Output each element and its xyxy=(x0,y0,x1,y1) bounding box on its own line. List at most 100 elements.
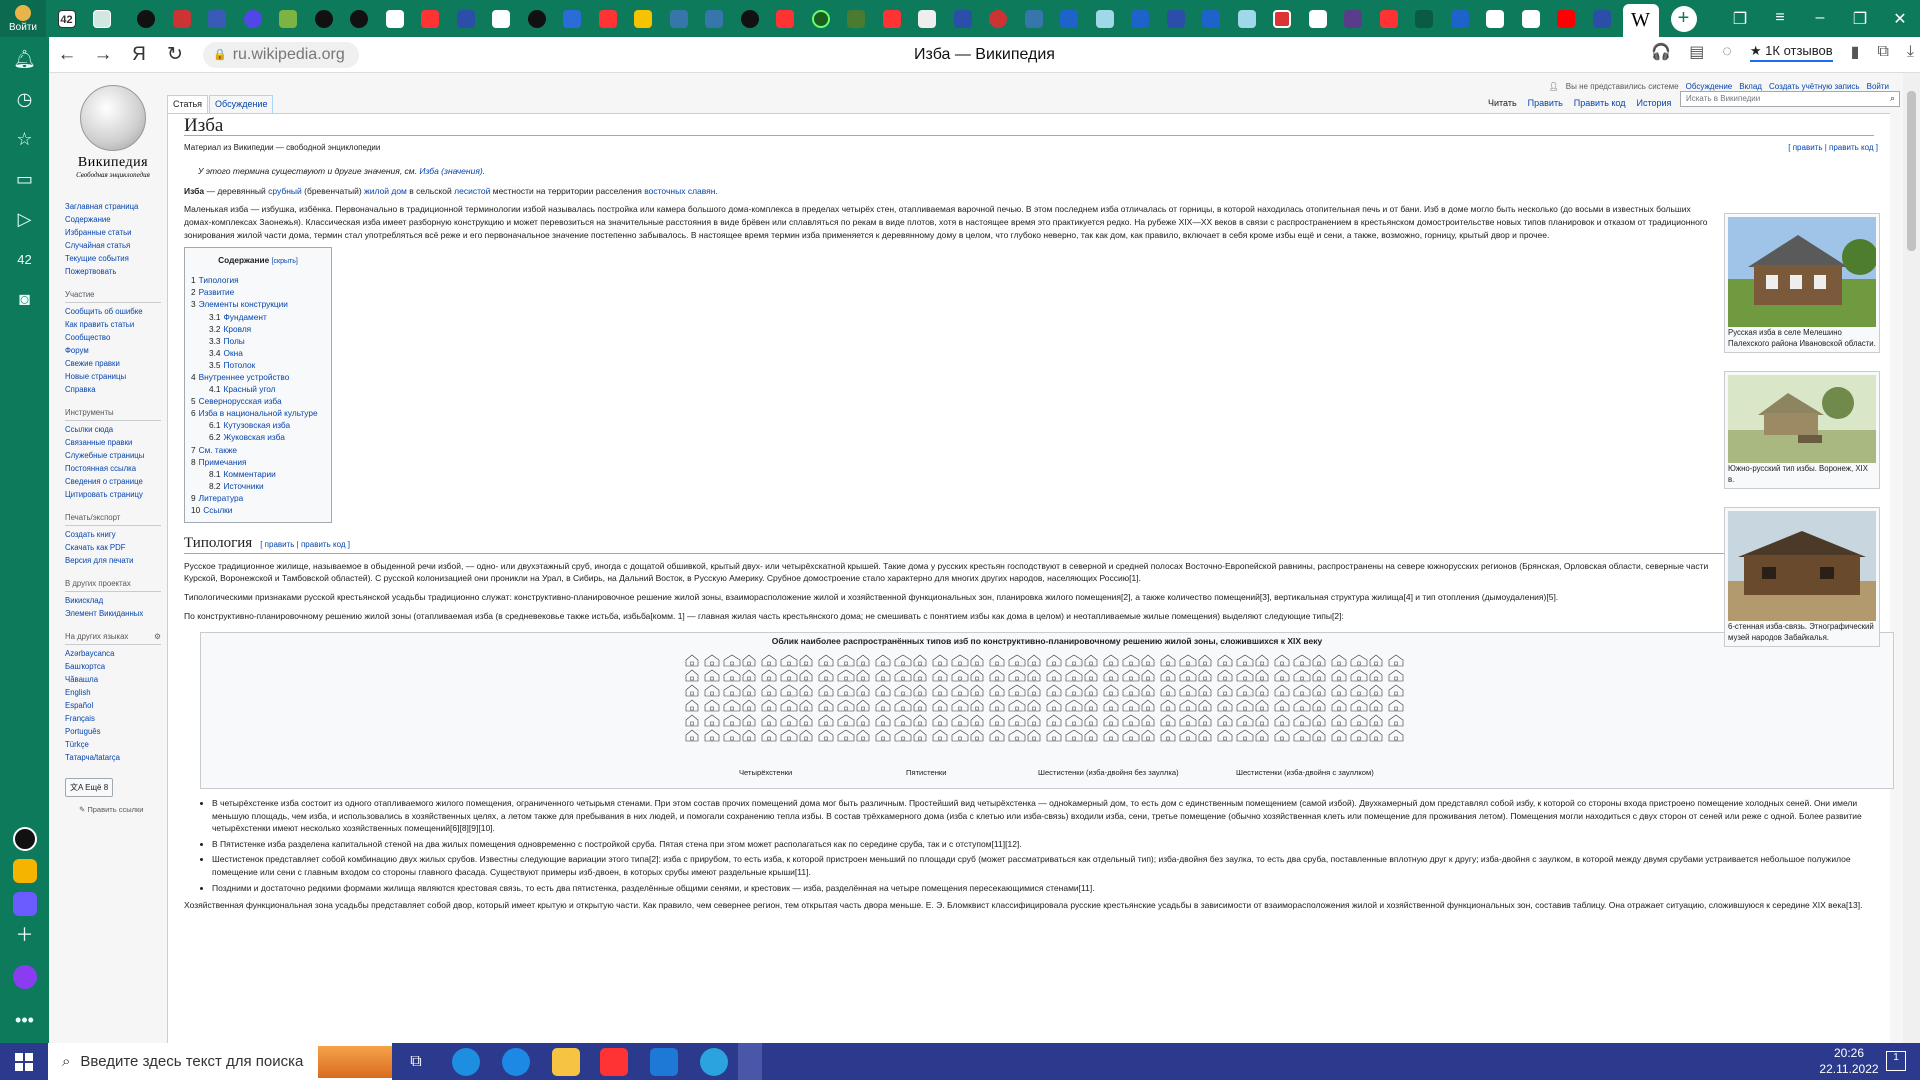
tab-favicon[interactable] xyxy=(415,4,445,34)
toc-item[interactable]: 3.5 Потолок xyxy=(191,359,325,371)
link[interactable]: жилой дом xyxy=(364,186,407,196)
sidebar-link[interactable]: Сообщить об ошибке xyxy=(65,305,161,318)
edit-section-links[interactable]: [ править | править код ] xyxy=(1788,142,1878,155)
tab-favicon[interactable] xyxy=(486,4,516,34)
tab-favicon[interactable] xyxy=(1267,4,1297,34)
menu-icon[interactable]: ≡ xyxy=(1760,9,1800,29)
tab-favicon[interactable] xyxy=(877,4,907,34)
tab-favicon[interactable] xyxy=(131,4,161,34)
sidebar-link[interactable]: Служебные страницы xyxy=(65,449,161,462)
toc-link[interactable]: Примечания xyxy=(199,457,247,467)
tab-favicon[interactable] xyxy=(309,4,339,34)
tab-favicon[interactable] xyxy=(1054,4,1084,34)
sidebar-link[interactable]: Français xyxy=(65,712,161,725)
toc-link[interactable]: Кутузовская изба xyxy=(224,420,291,430)
minimize-icon[interactable]: – xyxy=(1800,9,1840,29)
toc-link[interactable]: См. также xyxy=(199,445,237,455)
tab-favicon[interactable] xyxy=(1161,4,1191,34)
tab-article[interactable]: Статья xyxy=(167,95,209,114)
app-icon[interactable] xyxy=(13,892,37,916)
toc-item[interactable]: 3.2 Кровля xyxy=(191,323,325,335)
tab-favicon[interactable] xyxy=(806,4,836,34)
collections-icon[interactable]: ❐ xyxy=(1720,9,1760,29)
wikipedia-logo[interactable]: Википедия Свободная энциклопедия xyxy=(71,85,155,179)
tab-favicon[interactable] xyxy=(202,4,232,34)
tab-favicon[interactable] xyxy=(1338,4,1368,34)
sidebar-link[interactable]: Текущие события xyxy=(65,252,161,265)
tab-favicon[interactable] xyxy=(983,4,1013,34)
headphones-icon[interactable]: 🎧 xyxy=(1651,42,1671,62)
sidebar-link[interactable]: Татарча/tatarça xyxy=(65,751,161,764)
tab-favicon[interactable] xyxy=(1374,4,1404,34)
tab-favicon[interactable] xyxy=(1516,4,1546,34)
system-clock[interactable]: 20:26 22.11.2022 xyxy=(1806,1045,1892,1077)
yandex-browser-icon[interactable] xyxy=(600,1048,628,1076)
izba-photo-3[interactable] xyxy=(1728,511,1876,621)
toc-link[interactable]: Ссылки xyxy=(203,505,232,515)
sidebar-link[interactable]: Постоянная ссылка xyxy=(65,462,161,475)
toc-link[interactable]: Севернорусская изба xyxy=(199,396,282,406)
notifications-button[interactable]: 1 xyxy=(1886,1051,1906,1071)
search-icon[interactable]: ⌕ xyxy=(1890,93,1895,104)
toc-item[interactable]: 4 Внутреннее устройство xyxy=(191,371,325,383)
tab-talk[interactable]: Обсуждение xyxy=(209,95,274,114)
toc-link[interactable]: Жуковская изба xyxy=(224,432,285,442)
sidebar-link[interactable]: Чӑвашла xyxy=(65,673,161,686)
toc-link[interactable]: Типология xyxy=(199,275,239,285)
toc-item[interactable]: 1 Типология xyxy=(191,274,325,286)
star-icon[interactable]: ☆ xyxy=(0,119,49,159)
yandex-browser-active-icon[interactable] xyxy=(738,1043,762,1080)
vscode-icon[interactable] xyxy=(650,1048,678,1076)
sidebar-link[interactable]: Сообщество xyxy=(65,331,161,344)
sidebar-link[interactable]: Ссылки сюда xyxy=(65,423,161,436)
tab-favicon[interactable] xyxy=(770,4,800,34)
sidebar-link[interactable]: Português xyxy=(65,725,161,738)
tab-favicon[interactable] xyxy=(735,4,765,34)
sidebar-link[interactable]: Версия для печати xyxy=(65,554,161,567)
tab-favicon[interactable] xyxy=(1125,4,1155,34)
telegram-icon[interactable] xyxy=(700,1048,728,1076)
sidebar-link[interactable]: Форум xyxy=(65,344,161,357)
sidebar-link[interactable]: Элемент Викиданных xyxy=(65,607,161,620)
scrollbar-thumb[interactable] xyxy=(1907,91,1916,251)
mail-icon[interactable] xyxy=(13,859,37,883)
tab-favicon[interactable] xyxy=(1445,4,1475,34)
talk-link[interactable]: Обсуждение xyxy=(1686,82,1733,91)
tab-favicon[interactable] xyxy=(699,4,729,34)
edge-icon[interactable] xyxy=(452,1048,480,1076)
url-field[interactable]: 🔒 ru.wikipedia.org xyxy=(203,41,359,68)
tab-favicon[interactable] xyxy=(167,4,197,34)
notes-icon[interactable]: ▭ xyxy=(0,159,49,199)
tab-edit-source[interactable]: Править код xyxy=(1569,95,1631,114)
gear-icon[interactable]: ⚙ xyxy=(154,630,161,643)
bookmark-icon[interactable]: ▮ xyxy=(1851,42,1860,62)
back-button[interactable]: ← xyxy=(49,44,85,66)
sidebar-link[interactable]: English xyxy=(65,686,161,699)
sidebar-link[interactable]: Как править статьи xyxy=(65,318,161,331)
start-button[interactable] xyxy=(0,1043,48,1080)
history-icon[interactable]: ◷ xyxy=(0,79,49,119)
sidebar-link[interactable]: Цитировать страницу xyxy=(65,488,161,501)
play-icon[interactable]: ▷ xyxy=(0,199,49,239)
izba-photo-1[interactable] xyxy=(1728,217,1876,327)
tab-favicon[interactable] xyxy=(557,4,587,34)
edit-link[interactable]: [ править | править код ] xyxy=(1788,143,1878,152)
yandex-button[interactable]: Я xyxy=(121,44,157,66)
sidebar-link[interactable]: Скачать как PDF xyxy=(65,541,161,554)
toc-link[interactable]: Окна xyxy=(224,348,243,358)
task-view-icon[interactable]: ⧉ xyxy=(402,1048,430,1076)
sidebar-link[interactable]: Создать книгу xyxy=(65,528,161,541)
toc-item[interactable]: 3.4 Окна xyxy=(191,347,325,359)
create-account-link[interactable]: Создать учётную запись xyxy=(1769,82,1860,91)
toc-link[interactable]: Развитие xyxy=(199,287,235,297)
toc-toggle[interactable]: [скрыть] xyxy=(272,258,298,265)
tab-counter[interactable]: 42 xyxy=(52,4,82,34)
tab-favicon[interactable] xyxy=(841,4,871,34)
tab-wikipedia-active[interactable]: W xyxy=(1622,4,1659,37)
toc-item[interactable]: 9 Литература xyxy=(191,492,325,504)
contributions-link[interactable]: Вклад xyxy=(1739,82,1762,91)
sidebar-link[interactable]: Содержание xyxy=(65,213,161,226)
toc-item[interactable]: 3.1 Фундамент xyxy=(191,311,325,323)
toc-item[interactable]: 10 Ссылки xyxy=(191,504,325,516)
alice-icon[interactable] xyxy=(13,965,37,989)
